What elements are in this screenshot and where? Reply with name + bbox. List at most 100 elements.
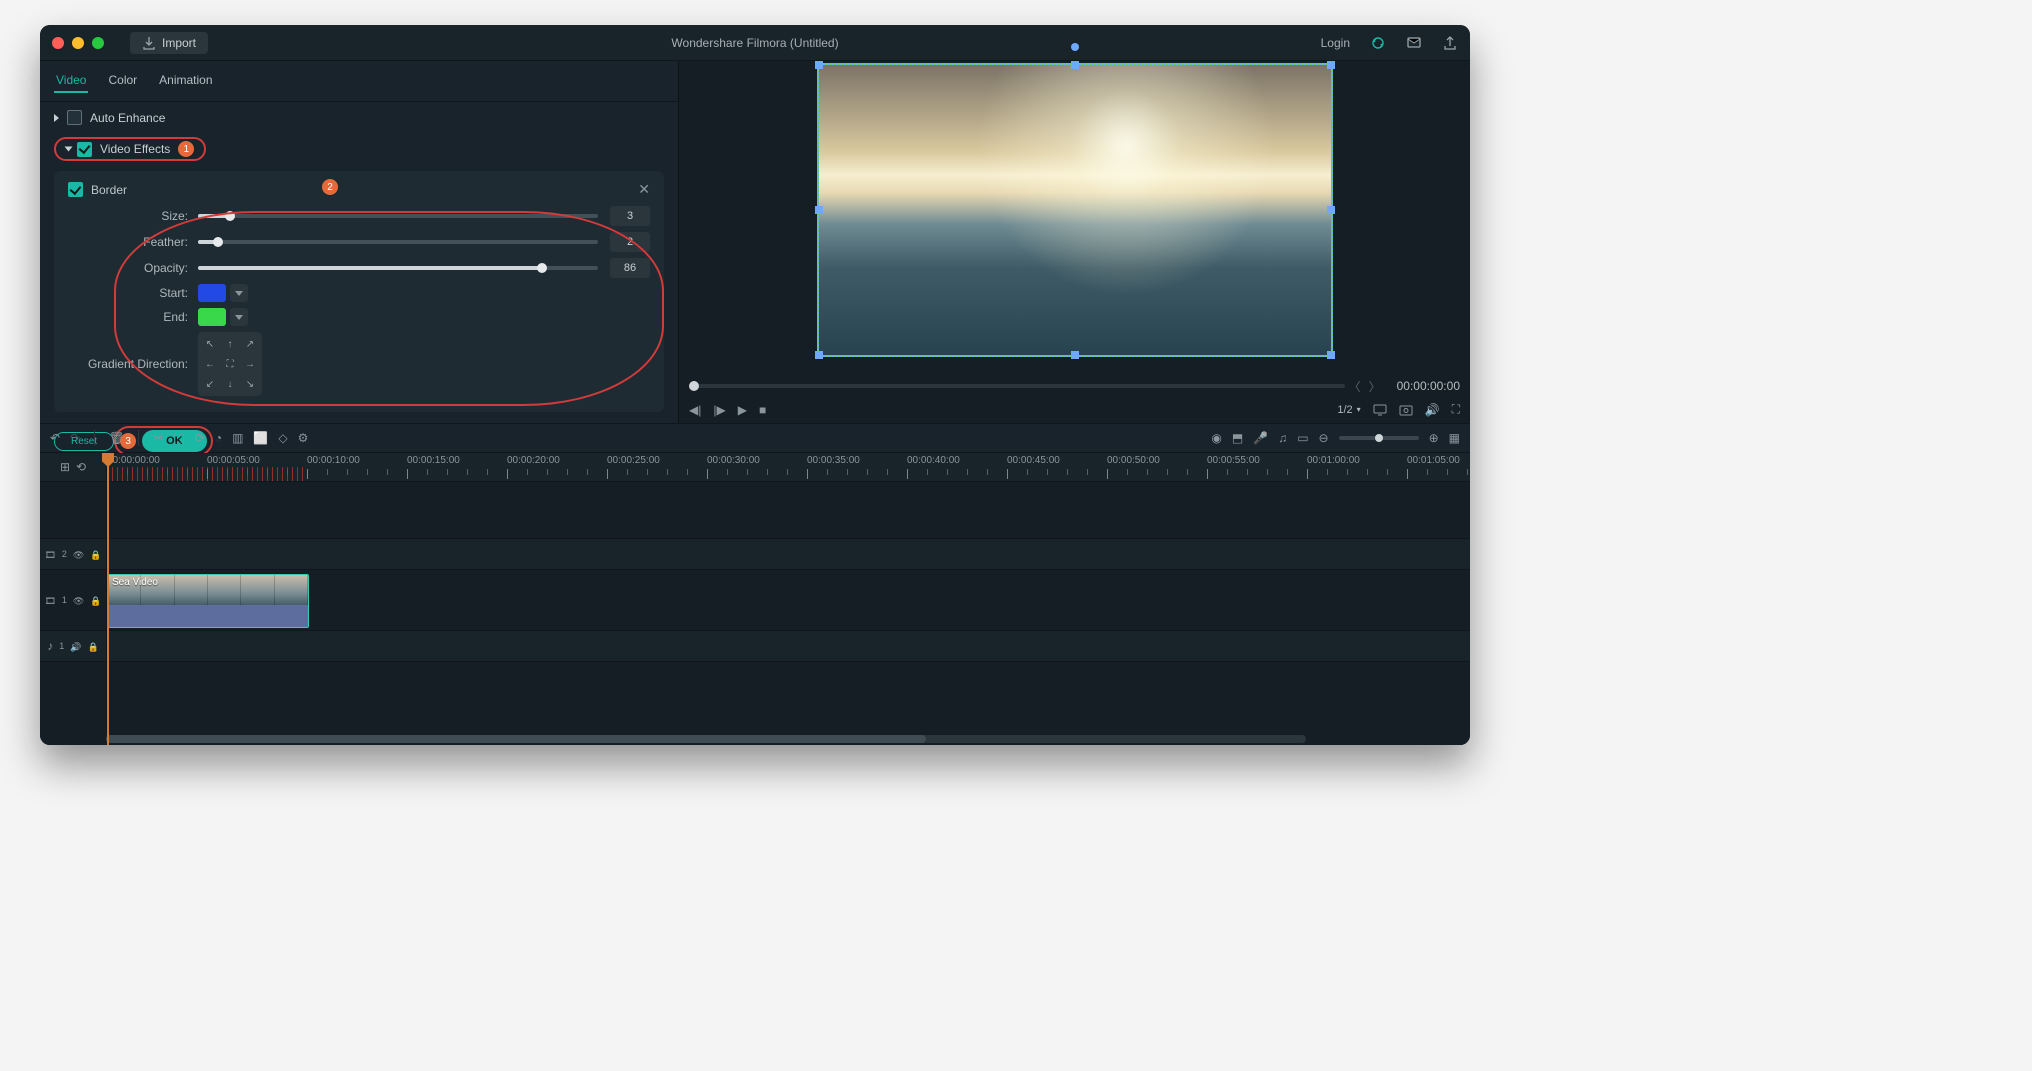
feather-value[interactable]: 2 <box>610 232 650 252</box>
tab-video[interactable]: Video <box>54 69 88 93</box>
preview-panel: 〈 〉 00:00:00:00 ◀| |▶ ▶ ■ 1/2 ▾ 🔊 ⛶ <box>679 61 1470 423</box>
redo-button[interactable]: ↷ <box>70 431 80 445</box>
color-button[interactable]: ◔ <box>215 431 222 445</box>
split-button[interactable]: ✂ <box>153 431 163 445</box>
zoom-in-button[interactable]: ⊕ <box>1429 431 1439 445</box>
eye-icon[interactable] <box>73 593 84 607</box>
video-track-2[interactable]: 2 <box>40 538 1470 569</box>
snapshot-icon[interactable] <box>1399 403 1413 417</box>
lock-icon[interactable] <box>88 639 99 653</box>
lock-icon[interactable] <box>90 547 101 561</box>
play-button[interactable]: ▶ <box>738 403 747 417</box>
cloud-sync-icon[interactable] <box>1370 35 1386 51</box>
tab-animation[interactable]: Animation <box>157 69 214 93</box>
keyframe-button[interactable]: ◇ <box>278 431 287 445</box>
preview-canvas[interactable] <box>819 65 1331 355</box>
video-track-1[interactable]: 1 Sea Video <box>40 569 1470 630</box>
video-effects-checkbox[interactable] <box>77 142 92 157</box>
lock-icon[interactable] <box>90 593 101 607</box>
border-heading: Border <box>91 183 127 197</box>
caret-down-icon <box>65 147 73 152</box>
fullscreen-icon[interactable]: ⛶ <box>1452 402 1460 417</box>
export-icon[interactable] <box>1442 35 1458 51</box>
maximize-window-button[interactable] <box>92 37 104 49</box>
volume-icon[interactable]: 🔊 <box>1425 403 1440 417</box>
preview-zoom-selector[interactable]: 1/2 ▾ <box>1337 404 1360 416</box>
zoom-out-button[interactable]: ⊖ <box>1319 431 1329 445</box>
message-icon[interactable] <box>1406 35 1422 51</box>
mixer-button[interactable]: ♫ <box>1278 431 1287 445</box>
handle-mr[interactable] <box>1327 206 1335 214</box>
prev-frame-button[interactable]: ◀| <box>689 403 701 417</box>
size-value[interactable]: 3 <box>610 206 650 226</box>
crop-button[interactable]: ⬚ <box>173 431 184 445</box>
eye-icon[interactable] <box>73 547 84 561</box>
voiceover-button[interactable]: 🎤 <box>1253 431 1268 445</box>
handle-ml[interactable] <box>815 206 823 214</box>
tab-color[interactable]: Color <box>106 69 139 93</box>
start-color-swatch[interactable] <box>198 284 226 302</box>
end-color-swatch[interactable] <box>198 308 226 326</box>
auto-enhance-checkbox[interactable] <box>67 110 82 125</box>
ruler-label: 00:00:40:00 <box>907 455 960 466</box>
film-icon <box>44 547 55 561</box>
handle-br[interactable] <box>1327 351 1335 359</box>
dir-s[interactable]: ↓ <box>222 376 238 392</box>
section-auto-enhance[interactable]: Auto Enhance <box>40 102 678 133</box>
dir-se[interactable]: ↘ <box>242 376 258 392</box>
import-button[interactable]: Import <box>130 32 208 54</box>
size-label: Size: <box>68 209 198 223</box>
speaker-icon[interactable] <box>70 639 81 653</box>
adjust-button[interactable]: ⚙ <box>298 431 309 445</box>
start-color-label: Start: <box>68 286 198 300</box>
close-icon[interactable]: ✕ <box>638 181 650 198</box>
add-track-button[interactable]: ⊞ <box>60 460 70 474</box>
opacity-value[interactable]: 86 <box>610 258 650 278</box>
handle-bl[interactable] <box>815 351 823 359</box>
border-checkbox[interactable] <box>68 182 83 197</box>
dir-n[interactable]: ↑ <box>222 336 238 352</box>
music-icon: ♪ <box>47 639 53 653</box>
handle-bc[interactable] <box>1071 351 1079 359</box>
mask-button[interactable]: ⬜ <box>253 431 268 445</box>
preview-scrubber[interactable] <box>689 384 1345 388</box>
render-button[interactable]: ◉ <box>1211 431 1221 445</box>
dir-w[interactable]: ← <box>202 356 218 372</box>
size-slider[interactable] <box>198 214 598 218</box>
minimize-window-button[interactable] <box>72 37 84 49</box>
greenscreen-button[interactable]: ▥ <box>232 431 243 445</box>
rotate-handle[interactable] <box>1071 43 1079 51</box>
dir-ne[interactable]: ↗ <box>242 336 258 352</box>
end-color-dropdown[interactable] <box>230 308 248 326</box>
handle-tr[interactable] <box>1327 61 1335 69</box>
start-color-dropdown[interactable] <box>230 284 248 302</box>
dir-e[interactable]: → <box>242 356 258 372</box>
dir-nw[interactable]: ↖ <box>202 336 218 352</box>
speed-button[interactable]: ⟳ <box>195 431 205 445</box>
timeline-clip[interactable]: Sea Video <box>107 574 309 628</box>
timeline-zoom-slider[interactable] <box>1339 436 1419 440</box>
dir-sw[interactable]: ↙ <box>202 376 218 392</box>
display-icon[interactable] <box>1373 403 1387 417</box>
ratio-button[interactable]: ▭ <box>1297 431 1308 445</box>
next-frame-button[interactable]: |▶ <box>713 403 725 417</box>
close-window-button[interactable] <box>52 37 64 49</box>
transport-bar: ◀| |▶ ▶ ■ 1/2 ▾ 🔊 ⛶ <box>679 398 1470 423</box>
audio-track-1[interactable]: ♪1 <box>40 630 1470 661</box>
delete-button[interactable]: 🗑 <box>109 431 124 445</box>
dir-center[interactable]: ⛶ <box>222 356 238 372</box>
opacity-slider[interactable] <box>198 266 598 270</box>
handle-tl[interactable] <box>815 61 823 69</box>
app-window: Import Wondershare Filmora (Untitled) Lo… <box>40 25 1470 745</box>
handle-tc[interactable] <box>1071 61 1079 69</box>
stop-button[interactable]: ■ <box>759 403 766 417</box>
fit-button[interactable]: ▦ <box>1449 431 1460 445</box>
annotation-badge-2: 2 <box>322 179 338 195</box>
link-track-button[interactable]: ⟲ <box>76 460 86 474</box>
undo-button[interactable]: ↶ <box>50 431 60 445</box>
timeline-scrollbar[interactable] <box>40 733 1470 745</box>
login-button[interactable]: Login <box>1321 36 1350 50</box>
feather-slider[interactable] <box>198 240 598 244</box>
markers-button[interactable]: ⬒ <box>1232 431 1243 445</box>
time-ruler[interactable]: 00:00:00:0000:00:05:0000:00:10:0000:00:1… <box>107 453 1470 481</box>
